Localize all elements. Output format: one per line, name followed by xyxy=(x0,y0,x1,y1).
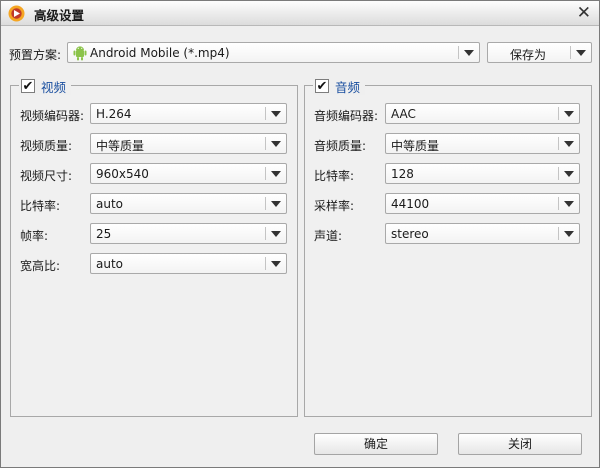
video-aspect-label: 宽高比: xyxy=(20,259,61,273)
preset-value: Android Mobile (*.mp4) xyxy=(90,46,230,60)
audio-bitrate-value: 128 xyxy=(391,167,414,181)
video-quality-value: 中等质量 xyxy=(96,139,145,153)
audio-quality-label: 音频质量: xyxy=(314,139,367,153)
combo-separator xyxy=(558,197,559,210)
combo-separator xyxy=(265,197,266,210)
combo-separator xyxy=(265,107,266,120)
video-size-value: 960x540 xyxy=(96,167,149,181)
close-button[interactable]: 关闭 xyxy=(458,433,582,455)
chevron-down-icon[interactable] xyxy=(271,261,281,267)
chevron-down-icon[interactable] xyxy=(271,171,281,177)
audio-quality-value: 中等质量 xyxy=(391,139,440,153)
app-logo-icon xyxy=(8,5,25,22)
chevron-down-icon[interactable] xyxy=(564,141,574,147)
preset-label: 预置方案: xyxy=(9,48,62,62)
video-codec-value: H.264 xyxy=(96,107,132,121)
combo-separator xyxy=(558,167,559,180)
window-title: 高级设置 xyxy=(34,8,85,23)
video-size-label: 视频尺寸: xyxy=(20,169,73,183)
combo-separator xyxy=(558,227,559,240)
audio-group-title: 音频 xyxy=(335,79,361,95)
combo-separator xyxy=(570,46,571,59)
video-bitrate-value: auto xyxy=(96,197,124,211)
audio-samplerate-label: 采样率: xyxy=(314,199,355,213)
audio-enabled-checkbox[interactable]: ✔ xyxy=(315,79,329,93)
video-framerate-value: 25 xyxy=(96,227,112,241)
chevron-down-icon[interactable] xyxy=(564,171,574,177)
audio-quality-select[interactable]: 中等质量 xyxy=(385,133,580,154)
video-codec-select[interactable]: H.264 xyxy=(90,103,287,124)
audio-codec-select[interactable]: AAC xyxy=(385,103,580,124)
video-aspect-value: auto xyxy=(96,257,124,271)
video-group-title: 视频 xyxy=(41,79,67,95)
video-enabled-checkbox[interactable]: ✔ xyxy=(21,79,35,93)
advanced-settings-dialog: 高级设置 ✕ 预置方案: Android Mobile (*.mp4) 保存为 … xyxy=(0,0,600,468)
video-framerate-select[interactable]: 25 xyxy=(90,223,287,244)
video-quality-label: 视频质量: xyxy=(20,139,73,153)
combo-separator xyxy=(558,107,559,120)
audio-codec-value: AAC xyxy=(391,107,416,121)
combo-separator xyxy=(265,137,266,150)
video-group-header: ✔ 视频 xyxy=(19,77,72,95)
audio-group-header: ✔ 音频 xyxy=(313,77,366,95)
audio-channels-label: 声道: xyxy=(314,229,343,243)
chevron-down-icon[interactable] xyxy=(576,50,586,56)
chevron-down-icon[interactable] xyxy=(564,201,574,207)
android-icon xyxy=(73,46,87,61)
audio-samplerate-value: 44100 xyxy=(391,197,430,211)
audio-bitrate-label: 比特率: xyxy=(314,169,355,183)
video-bitrate-label: 比特率: xyxy=(20,199,61,213)
video-quality-select[interactable]: 中等质量 xyxy=(90,133,287,154)
audio-bitrate-select[interactable]: 128 xyxy=(385,163,580,184)
video-size-select[interactable]: 960x540 xyxy=(90,163,287,184)
video-bitrate-select[interactable]: auto xyxy=(90,193,287,214)
audio-codec-label: 音频编码器: xyxy=(314,109,379,123)
save-as-button[interactable]: 保存为 xyxy=(487,42,592,63)
chevron-down-icon[interactable] xyxy=(271,141,281,147)
combo-separator xyxy=(265,167,266,180)
ok-button[interactable]: 确定 xyxy=(314,433,438,455)
audio-channels-select[interactable]: stereo xyxy=(385,223,580,244)
combo-separator xyxy=(265,257,266,270)
audio-samplerate-select[interactable]: 44100 xyxy=(385,193,580,214)
save-as-label: 保存为 xyxy=(510,48,547,62)
video-aspect-select[interactable]: auto xyxy=(90,253,287,274)
combo-separator xyxy=(265,227,266,240)
combo-separator xyxy=(458,46,459,59)
combo-separator xyxy=(558,137,559,150)
chevron-down-icon[interactable] xyxy=(564,111,574,117)
title-bar: 高级设置 ✕ xyxy=(1,1,599,26)
video-codec-label: 视频编码器: xyxy=(20,109,85,123)
chevron-down-icon[interactable] xyxy=(271,111,281,117)
chevron-down-icon[interactable] xyxy=(564,231,574,237)
chevron-down-icon[interactable] xyxy=(464,50,474,56)
close-icon[interactable]: ✕ xyxy=(577,3,591,23)
chevron-down-icon[interactable] xyxy=(271,231,281,237)
audio-channels-value: stereo xyxy=(391,227,429,241)
chevron-down-icon[interactable] xyxy=(271,201,281,207)
preset-select[interactable]: Android Mobile (*.mp4) xyxy=(67,42,480,63)
video-framerate-label: 帧率: xyxy=(20,229,49,243)
